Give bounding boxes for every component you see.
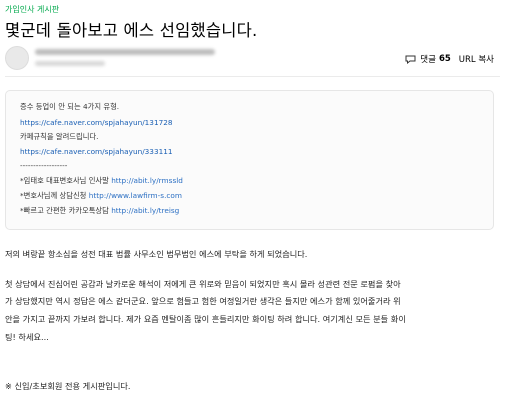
notice-link[interactable]: https://cafe.naver.com/spjahayun/333111 (20, 147, 173, 156)
divider (5, 76, 500, 77)
separator-line: ------------------ (20, 161, 68, 170)
notice-row-text: *빠르고 간편한 카카오톡상담 (20, 206, 109, 215)
consult-link[interactable]: http://www.lawfirm-s.com (89, 191, 182, 200)
post-meta-actions: 댓글 65 URL 복사 (405, 53, 494, 65)
post-date-blurred (35, 61, 105, 66)
greeting-link[interactable]: http://abit.ly/rmssld (111, 176, 183, 185)
comment-count[interactable]: 65 (439, 54, 451, 64)
author-name-blurred (35, 49, 215, 55)
body-paragraph: 저의 벼랑끝 항소심을 성전 대표 법률 사무소인 법무법인 에스에 부탁을 하… (5, 249, 308, 259)
body-paragraph-line: 팅! 하세요... (5, 332, 49, 342)
comment-icon[interactable] (405, 55, 416, 64)
body-paragraph-line: 가 상담했지만 역시 정답은 에스 같더군요. 앞으로 험들고 험한 여정일거란… (5, 296, 401, 306)
post-title: 몇군데 돌아보고 에스 선임했습니다. (5, 21, 258, 40)
url-copy-button[interactable]: URL 복사 (459, 53, 494, 65)
author-row: 댓글 65 URL 복사 (5, 44, 500, 74)
board-link[interactable]: 가입인사 게시판 (5, 4, 59, 15)
comment-label[interactable]: 댓글 (420, 53, 436, 65)
notice-line: 카페규칙을 알려드립니다. (20, 132, 99, 141)
notice-row: *변호사님께 상담신청 http://www.lawfirm-s.com (20, 191, 182, 201)
notice-line: 증수 등업이 안 되는 4가지 유형. (20, 102, 120, 111)
kakao-link[interactable]: http://abit.ly/treisg (111, 206, 179, 215)
notice-row: *빠르고 간편한 카카오톡상담 http://abit.ly/treisg (20, 206, 179, 216)
body-paragraph-line: 안을 가지고 끝까지 가보려 합니다. 제가 요즘 멘탈이좀 많이 흔들리지만 … (5, 314, 406, 324)
notice-row-text: *임태호 대표변호사님 인사말 (20, 176, 109, 185)
notice-link[interactable]: https://cafe.naver.com/spjahayun/131728 (20, 118, 173, 127)
notice-row: *임태호 대표변호사님 인사말 http://abit.ly/rmssld (20, 176, 183, 186)
notice-row-text: *변호사님께 상담신청 (20, 191, 87, 200)
body-paragraph-line: 첫 상담에서 진심어린 공감과 날카로운 해석이 저에게 큰 위로와 믿음이 되… (5, 279, 401, 289)
footer-note: ※ 신입/초보회원 전용 게시판입니다. (5, 381, 131, 391)
notice-quote-box: 증수 등업이 안 되는 4가지 유형. https://cafe.naver.c… (5, 90, 494, 230)
avatar[interactable] (5, 46, 29, 70)
